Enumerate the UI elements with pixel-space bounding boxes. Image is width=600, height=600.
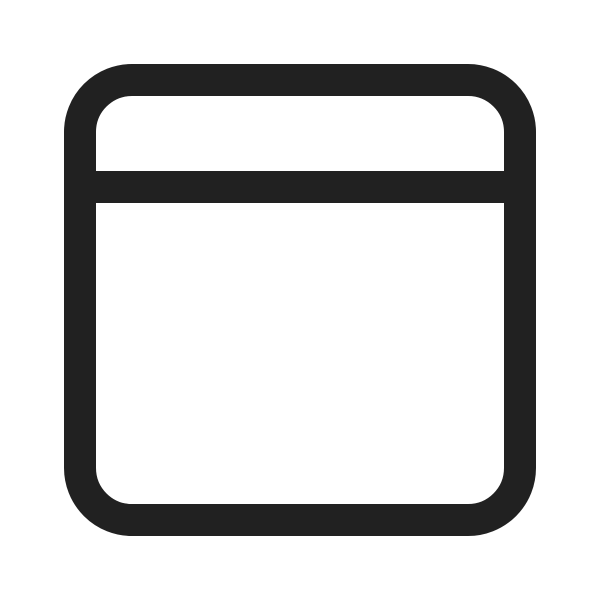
icon-canvas: [0, 0, 600, 600]
window-icon: [64, 64, 536, 536]
window-frame: [64, 64, 536, 536]
